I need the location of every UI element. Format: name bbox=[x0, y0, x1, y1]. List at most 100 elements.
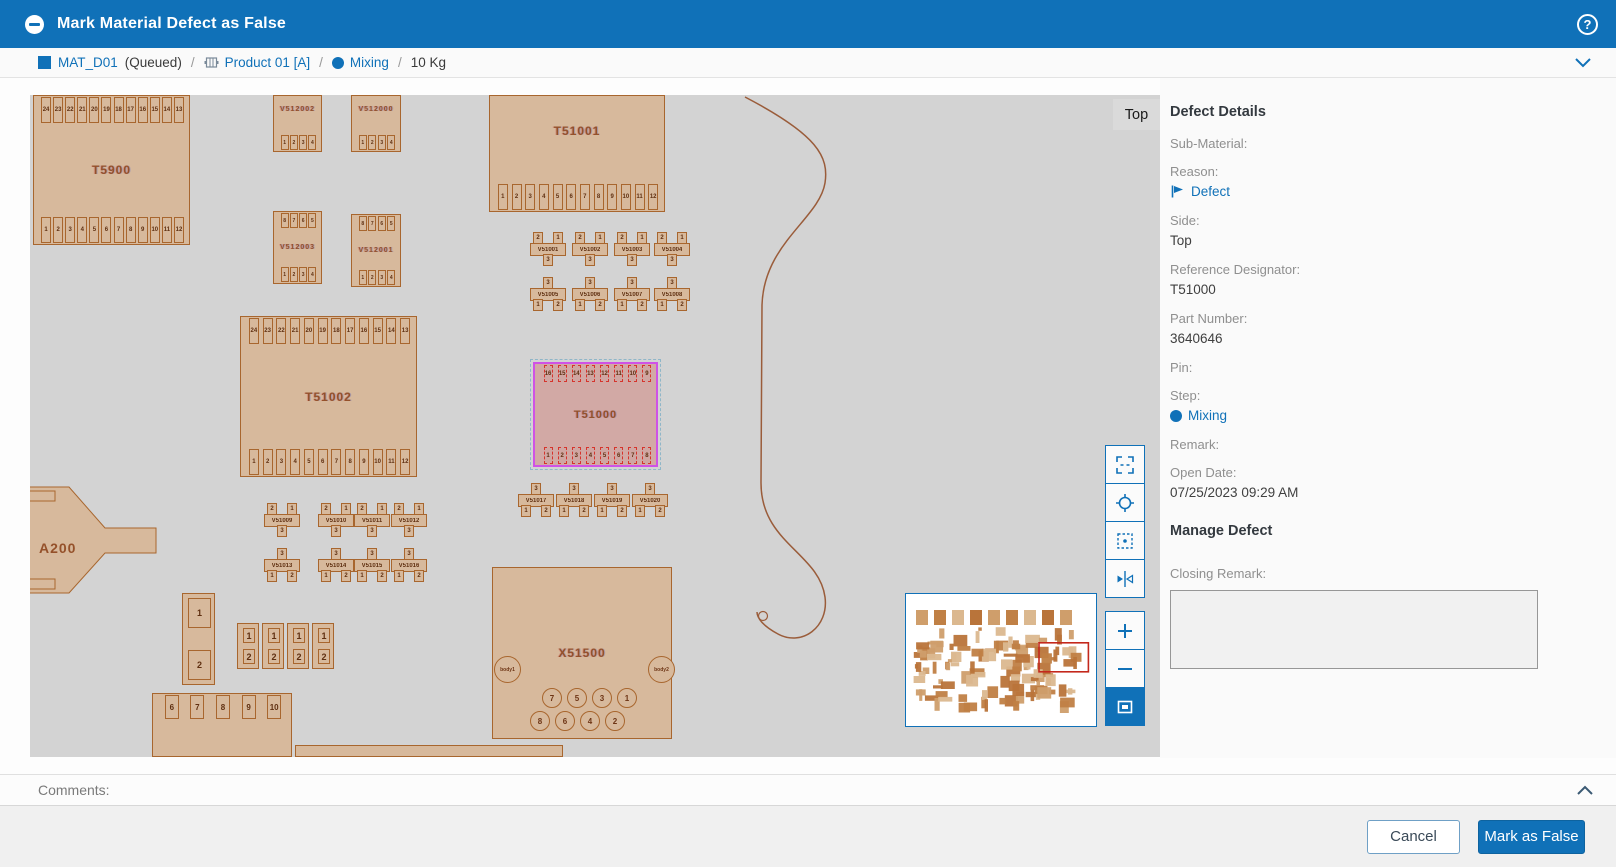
zoom-in-button[interactable] bbox=[1105, 611, 1145, 650]
component-V51018[interactable]: V51018312 bbox=[556, 483, 592, 517]
component-V51020[interactable]: V51020312 bbox=[632, 483, 668, 517]
component-V51004[interactable]: V51004213 bbox=[654, 232, 690, 266]
component-V51011[interactable]: V51011213 bbox=[354, 503, 390, 537]
pin: 11 bbox=[614, 365, 623, 382]
field-value: 07/25/2023 09:29 AM bbox=[1170, 482, 1537, 503]
component-strip[interactable] bbox=[295, 745, 563, 757]
field-value[interactable]: Mixing bbox=[1170, 405, 1537, 426]
pin: 1 bbox=[293, 628, 305, 643]
component-V51006[interactable]: V51006312 bbox=[572, 277, 608, 311]
component-label: T5900 bbox=[34, 163, 189, 177]
chevron-up-icon[interactable] bbox=[1574, 783, 1596, 797]
area-select-button[interactable] bbox=[1105, 521, 1145, 560]
component-V512003[interactable]: V51200387651234 bbox=[273, 211, 322, 284]
board-side-tab[interactable]: Top bbox=[1113, 99, 1160, 130]
pin: 4 bbox=[290, 449, 300, 475]
pin: 2 bbox=[53, 217, 63, 243]
component-V51016[interactable]: V51016312 bbox=[391, 548, 427, 582]
component-r2[interactable]: 12 bbox=[262, 623, 284, 669]
minimap[interactable] bbox=[905, 593, 1097, 727]
pin: 9 bbox=[642, 365, 651, 382]
pin: 1 bbox=[321, 570, 331, 582]
viewer-toolbar-zoom bbox=[1105, 611, 1145, 726]
component-V51012[interactable]: V51012213 bbox=[391, 503, 427, 537]
pin: 3 bbox=[592, 688, 612, 708]
detail-field: Open Date:07/25/2023 09:29 AM bbox=[1170, 463, 1537, 503]
component-r2[interactable]: 12 bbox=[182, 593, 215, 685]
fit-frame-button[interactable] bbox=[1105, 445, 1145, 484]
pin: 7 bbox=[628, 447, 637, 464]
component-T51001[interactable]: T51001123456789101112 bbox=[489, 95, 665, 212]
mirror-flip-icon bbox=[1115, 569, 1135, 589]
closing-remark-input[interactable] bbox=[1170, 590, 1538, 669]
component-r2[interactable]: 12 bbox=[287, 623, 309, 669]
component-V51014[interactable]: V51014312 bbox=[318, 548, 354, 582]
field-value: T51000 bbox=[1170, 279, 1537, 300]
breadcrumb-separator: / bbox=[191, 55, 195, 70]
component-V51003[interactable]: V51003213 bbox=[614, 232, 650, 266]
pin: 1 bbox=[637, 232, 647, 244]
component-V51010[interactable]: V51010213 bbox=[318, 503, 354, 537]
pin: 1 bbox=[595, 232, 605, 244]
component-V51001[interactable]: V51001213 bbox=[530, 232, 566, 266]
pin: 2 bbox=[290, 135, 298, 150]
breadcrumb-step-link[interactable]: Mixing bbox=[350, 55, 389, 70]
component-T51002[interactable]: T510022423222120191817161514131234567891… bbox=[240, 316, 417, 477]
breadcrumb-material-link[interactable]: MAT_D01 bbox=[58, 55, 118, 70]
component-V512002[interactable]: V5120021234 bbox=[273, 95, 322, 152]
component-V51008[interactable]: V51008312 bbox=[654, 277, 690, 311]
chevron-down-icon[interactable] bbox=[1572, 56, 1594, 70]
defect-component-T51000[interactable]: T5100016151413121110912345678 bbox=[533, 362, 658, 467]
pin: 2 bbox=[512, 184, 522, 210]
crosshair-icon bbox=[1115, 493, 1135, 513]
pin: 2 bbox=[290, 267, 298, 282]
component-V51015[interactable]: V51015312 bbox=[354, 548, 390, 582]
pin: 7 bbox=[542, 688, 562, 708]
cancel-button[interactable]: Cancel bbox=[1367, 820, 1460, 854]
pin: 1 bbox=[267, 570, 277, 582]
manage-defect-heading: Manage Defect bbox=[1170, 523, 1537, 539]
breadcrumb-product-link[interactable]: Product 01 [A] bbox=[225, 55, 311, 70]
pin: 3 bbox=[525, 184, 535, 210]
component-V51013[interactable]: V51013312 bbox=[264, 548, 300, 582]
pin: 6 bbox=[555, 711, 575, 731]
component-A200[interactable]: A200 bbox=[30, 487, 156, 593]
component-V512001[interactable]: V51200187651234 bbox=[351, 214, 401, 287]
component-V512000[interactable]: V5120001234 bbox=[351, 95, 401, 152]
component-hstrip[interactable]: 678910 bbox=[152, 693, 292, 757]
breadcrumb-separator: / bbox=[398, 55, 402, 70]
field-value: 3640646 bbox=[1170, 328, 1537, 349]
mirror-flip-button[interactable] bbox=[1105, 559, 1145, 598]
component-r2[interactable]: 12 bbox=[312, 623, 334, 669]
pin: 1 bbox=[41, 217, 51, 243]
pin: 2 bbox=[321, 503, 331, 515]
pin: 1 bbox=[268, 628, 280, 643]
board-canvas[interactable]: T590024232221201918171615141312345678910… bbox=[30, 95, 1160, 757]
pin: 16 bbox=[359, 318, 369, 344]
component-V51007[interactable]: V51007312 bbox=[614, 277, 650, 311]
field-value[interactable]: Defect bbox=[1170, 181, 1537, 202]
component-V51002[interactable]: V51002213 bbox=[572, 232, 608, 266]
component-r2[interactable]: 12 bbox=[237, 623, 259, 669]
component-V51005[interactable]: V51005312 bbox=[530, 277, 566, 311]
component-V51017[interactable]: V51017312 bbox=[518, 483, 554, 517]
pin: 6 bbox=[318, 449, 328, 475]
component-label: X51500 bbox=[493, 646, 671, 660]
fit-view-button[interactable] bbox=[1105, 687, 1145, 726]
pin: 1 bbox=[533, 299, 543, 311]
detail-field: Reference Designator:T51000 bbox=[1170, 260, 1537, 300]
component-label: V51003 bbox=[622, 247, 643, 253]
help-icon[interactable]: ? bbox=[1577, 14, 1598, 35]
pin: 12 bbox=[400, 449, 410, 475]
mark-as-false-button[interactable]: Mark as False bbox=[1478, 820, 1585, 854]
pin: body2 bbox=[648, 656, 675, 683]
zoom-out-button[interactable] bbox=[1105, 649, 1145, 688]
component-X51500[interactable]: X51500body1body275318642 bbox=[492, 567, 672, 739]
component-V51019[interactable]: V51019312 bbox=[594, 483, 630, 517]
component-V51009[interactable]: V51009213 bbox=[264, 503, 300, 537]
pin: 6 bbox=[299, 213, 307, 228]
detail-field: Side:Top bbox=[1170, 211, 1537, 251]
crosshair-button[interactable] bbox=[1105, 483, 1145, 522]
component-T5900[interactable]: T590024232221201918171615141312345678910… bbox=[33, 95, 190, 245]
pin: 3 bbox=[65, 217, 75, 243]
